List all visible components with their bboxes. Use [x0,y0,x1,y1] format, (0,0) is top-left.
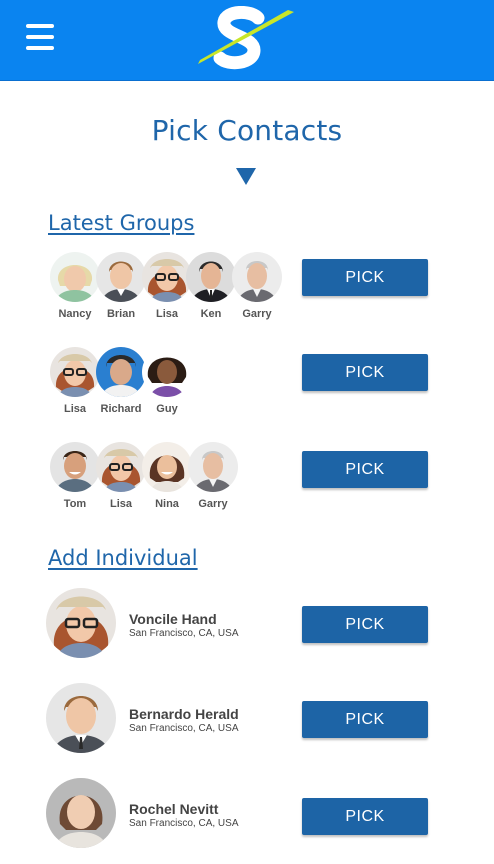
s-brand-logo-icon[interactable] [196,6,296,72]
latest-groups-heading[interactable]: Latest Groups [48,211,194,235]
avatar [232,252,282,302]
avatar [96,252,146,302]
contact-name: Bernardo Herald [129,706,239,722]
member-name: Lisa [63,403,86,415]
member-name: Garry [198,498,228,510]
pick-contact-button[interactable]: PICK [302,606,428,643]
menu-line [26,24,54,28]
avatar [142,442,192,492]
menu-line [26,46,54,50]
avatar [46,778,116,848]
add-individual-heading[interactable]: Add Individual [48,546,198,570]
avatar [142,252,192,302]
pick-contact-button[interactable]: PICK [302,701,428,738]
member-name: Nina [155,498,179,510]
avatar [46,683,116,753]
member-name: Brian [106,308,136,320]
triangle-down-icon [236,168,256,185]
menu-line [26,35,54,39]
member-name: Lisa [109,498,132,510]
avatar [188,442,238,492]
pick-group-button[interactable]: PICK [302,259,428,296]
pick-group-button[interactable]: PICK [302,451,428,488]
avatar [96,442,146,492]
contact-name: Voncile Hand [129,611,217,627]
hamburger-menu-icon[interactable] [26,22,56,54]
avatar [50,252,100,302]
avatar [186,252,236,302]
avatar [46,588,116,658]
avatar [142,347,192,397]
contact-location: San Francisco, CA, USA [129,723,239,734]
contact-location: San Francisco, CA, USA [129,628,239,639]
group-member: Guy [142,347,194,415]
avatar [50,442,100,492]
member-name: Tom [63,498,87,510]
member-name: Garry [242,308,272,320]
page-title: Pick Contacts [151,114,343,147]
contact-location: San Francisco, CA, USA [129,818,239,829]
group-member: Garry [188,442,240,510]
member-name: Nancy [58,308,92,320]
avatar [96,347,146,397]
pick-group-button[interactable]: PICK [302,354,428,391]
member-name: Ken [200,308,222,320]
member-name: Richard [100,403,142,415]
top-app-bar [0,0,494,81]
pick-contact-button[interactable]: PICK [302,798,428,835]
member-name: Guy [156,403,178,415]
contact-name: Rochel Nevitt [129,801,219,817]
avatar [50,347,100,397]
group-member: Garry [232,252,284,320]
